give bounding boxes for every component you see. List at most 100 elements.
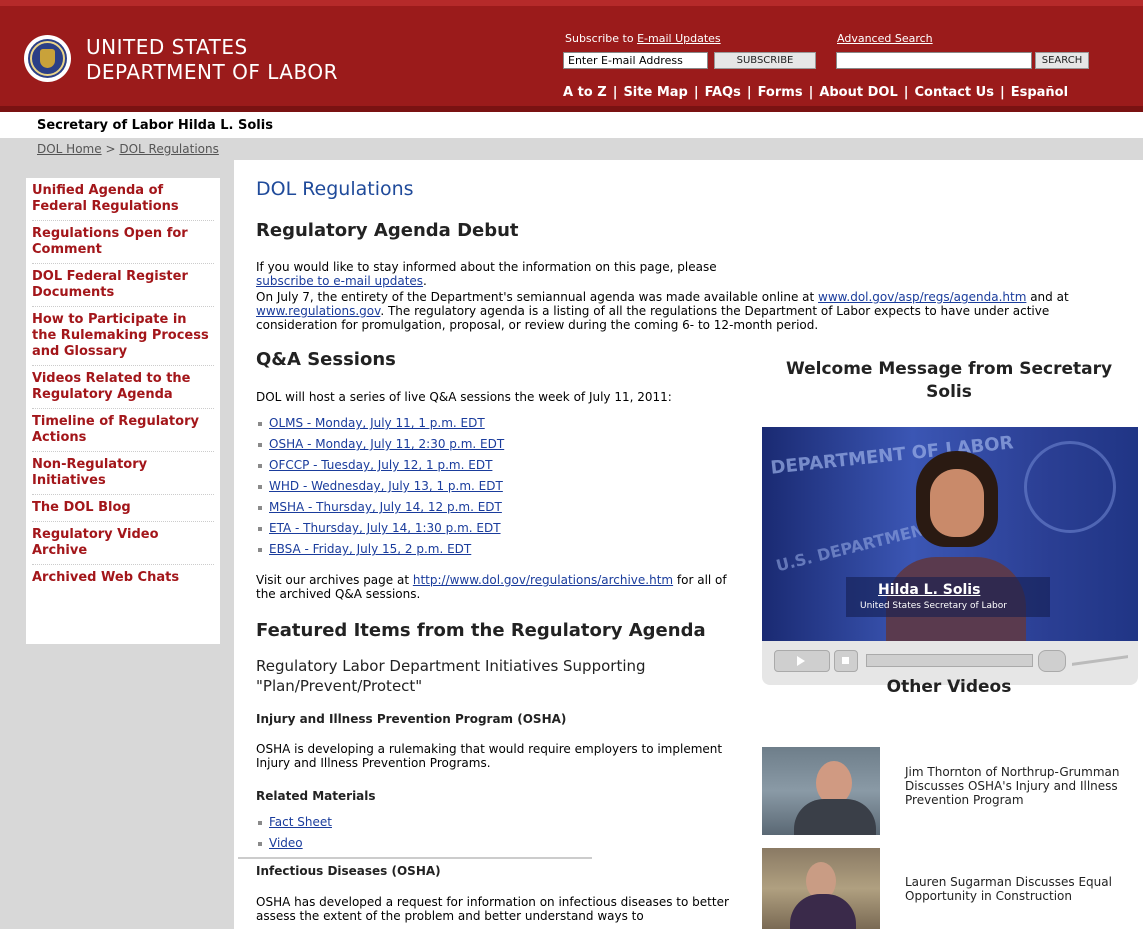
list-item: ETA - Thursday, July 14, 1:30 p.m. EDT bbox=[258, 518, 504, 539]
qa-session-link[interactable]: OSHA - Monday, July 11, 2:30 p.m. EDT bbox=[269, 437, 504, 451]
volume-slider[interactable] bbox=[1072, 655, 1128, 666]
list-item: MSHA - Thursday, July 14, 12 p.m. EDT bbox=[258, 497, 504, 518]
sidebar-nav: Unified Agenda of Federal Regulations Re… bbox=[26, 178, 220, 644]
qa-heading: Q&A Sessions bbox=[256, 349, 396, 370]
volume-button[interactable] bbox=[1038, 650, 1066, 672]
sidebar-item-open-for-comment[interactable]: Regulations Open for Comment bbox=[32, 221, 214, 264]
video-thumbnail[interactable] bbox=[762, 747, 880, 835]
bullet-icon bbox=[258, 547, 262, 552]
bullet-icon bbox=[258, 463, 262, 468]
qa-session-link[interactable]: ETA - Thursday, July 14, 1:30 p.m. EDT bbox=[269, 521, 501, 535]
sidebar-item-federal-register[interactable]: DOL Federal Register Documents bbox=[32, 264, 214, 307]
bullet-icon bbox=[258, 505, 262, 510]
qa-session-link[interactable]: EBSA - Friday, July 15, 2 p.m. EDT bbox=[269, 542, 471, 556]
sidebar-item-blog[interactable]: The DOL Blog bbox=[32, 495, 214, 522]
list-item: WHD - Wednesday, July 13, 1 p.m. EDT bbox=[258, 476, 504, 497]
advanced-search-link[interactable]: Advanced Search bbox=[837, 32, 933, 45]
dol-seal-icon[interactable] bbox=[24, 35, 71, 82]
related-heading: Related Materials bbox=[256, 789, 376, 803]
qa-session-link[interactable]: WHD - Wednesday, July 13, 1 p.m. EDT bbox=[269, 479, 503, 493]
video-caption[interactable]: Lauren Sugarman Discusses Equal Opportun… bbox=[905, 875, 1137, 903]
seal-icon bbox=[1024, 441, 1116, 533]
stop-icon bbox=[842, 657, 849, 664]
nav-espanol[interactable]: Español bbox=[1011, 85, 1068, 100]
video-speaker-title: United States Secretary of Labor bbox=[860, 601, 1007, 611]
top-nav: A to Z | Site Map | FAQs | Forms | About DOL | Con… bbox=[563, 85, 1068, 100]
stop-button[interactable] bbox=[834, 650, 858, 672]
search-button[interactable]: SEARCH bbox=[1035, 52, 1089, 69]
agency-name-line1[interactable]: UNITED STATES bbox=[86, 35, 248, 59]
archive-link[interactable]: http://www.dol.gov/regulations/archive.h… bbox=[413, 573, 673, 587]
secretary-name: Secretary of Labor Hilda L. Solis bbox=[37, 118, 273, 133]
video-caption[interactable]: Jim Thornton of Northrup-Grumman Discuss… bbox=[905, 765, 1137, 807]
bullet-icon bbox=[258, 442, 262, 447]
qa-session-list: OLMS - Monday, July 11, 1 p.m. EDT OSHA … bbox=[258, 413, 504, 560]
search-input[interactable] bbox=[836, 52, 1032, 69]
play-icon bbox=[797, 656, 805, 666]
list-item: Fact Sheet bbox=[258, 812, 332, 833]
sidebar-item-non-regulatory[interactable]: Non-Regulatory Initiatives bbox=[32, 452, 214, 495]
welcome-heading: Welcome Message from Secretary Solis bbox=[785, 359, 1113, 402]
iipp-text: OSHA is developing a rulemaking that wou… bbox=[256, 742, 723, 770]
iipp-heading: Injury and Illness Prevention Program (O… bbox=[256, 712, 567, 726]
progress-bar[interactable] bbox=[866, 654, 1033, 667]
qa-session-link[interactable]: OLMS - Monday, July 11, 1 p.m. EDT bbox=[269, 416, 485, 430]
qa-session-link[interactable]: OFCCP - Tuesday, July 12, 1 p.m. EDT bbox=[269, 458, 492, 472]
sidebar-item-web-chats[interactable]: Archived Web Chats bbox=[32, 565, 214, 591]
bullet-icon bbox=[258, 841, 262, 846]
subscribe-button[interactable]: SUBSCRIBE bbox=[714, 52, 816, 69]
subscribe-label: Subscribe to E-mail Updates bbox=[565, 32, 721, 45]
email-input[interactable]: Enter E-mail Address bbox=[563, 52, 708, 69]
video-speaker bbox=[872, 447, 1032, 655]
sidebar-item-timeline[interactable]: Timeline of Regulatory Actions bbox=[32, 409, 214, 452]
qa-intro: DOL will host a series of live Q&A sessi… bbox=[256, 390, 672, 404]
video-player[interactable]: DEPARTMENT OF LABOR U.S. DEPARTMENT Hild… bbox=[762, 427, 1138, 655]
nav-separator: | bbox=[693, 85, 699, 100]
breadcrumb-separator: > bbox=[105, 142, 116, 156]
breadcrumb-home[interactable]: DOL Home bbox=[37, 142, 102, 156]
nav-separator: | bbox=[999, 85, 1005, 100]
archive-text: Visit our archives page at http://www.do… bbox=[256, 573, 727, 601]
sidebar-item-participate[interactable]: How to Participate in the Rulemaking Pro… bbox=[32, 307, 214, 366]
stay-informed-text: If you would like to stay informed about… bbox=[256, 260, 717, 288]
video-thumbnail[interactable] bbox=[762, 848, 880, 929]
list-item: OSHA - Monday, July 11, 2:30 p.m. EDT bbox=[258, 434, 504, 455]
agency-name-line2[interactable]: DEPARTMENT OF LABOR bbox=[86, 60, 338, 84]
list-item: Video bbox=[258, 833, 332, 854]
header-top-stripe bbox=[0, 0, 1143, 6]
nav-about-dol[interactable]: About DOL bbox=[819, 85, 897, 100]
page-title: DOL Regulations bbox=[256, 178, 414, 200]
debut-heading: Regulatory Agenda Debut bbox=[256, 220, 519, 241]
related-list: Fact Sheet Video bbox=[258, 812, 332, 854]
subscribe-email-updates-link[interactable]: subscribe to e-mail updates bbox=[256, 274, 423, 288]
play-button[interactable] bbox=[774, 650, 830, 672]
other-videos-heading: Other Videos bbox=[886, 677, 1012, 697]
agenda-paragraph: On July 7, the entirety of the Departmen… bbox=[256, 290, 1069, 332]
agenda-link[interactable]: www.dol.gov/asp/regs/agenda.htm bbox=[818, 290, 1026, 304]
fact-sheet-link[interactable]: Fact Sheet bbox=[269, 815, 332, 829]
video-speaker-name: Hilda L. Solis bbox=[878, 582, 981, 598]
nav-faqs[interactable]: FAQs bbox=[705, 85, 741, 100]
video-link[interactable]: Video bbox=[269, 836, 303, 850]
breadcrumb: DOL Home > DOL Regulations bbox=[37, 142, 219, 156]
sidebar-item-video-archive[interactable]: Regulatory Video Archive bbox=[32, 522, 214, 565]
regulations-gov-link[interactable]: www.regulations.gov bbox=[256, 304, 380, 318]
list-item: OFCCP - Tuesday, July 12, 1 p.m. EDT bbox=[258, 455, 504, 476]
sidebar-item-videos[interactable]: Videos Related to the Regulatory Agenda bbox=[32, 366, 214, 409]
nav-forms[interactable]: Forms bbox=[758, 85, 803, 100]
initiatives-heading: Regulatory Labor Department Initiatives … bbox=[256, 657, 646, 695]
nav-contact-us[interactable]: Contact Us bbox=[914, 85, 993, 100]
nav-site-map[interactable]: Site Map bbox=[623, 85, 687, 100]
bullet-icon bbox=[258, 484, 262, 489]
bullet-icon bbox=[258, 820, 262, 825]
list-item: OLMS - Monday, July 11, 1 p.m. EDT bbox=[258, 413, 504, 434]
breadcrumb-current[interactable]: DOL Regulations bbox=[119, 142, 219, 156]
bullet-icon bbox=[258, 421, 262, 426]
nav-a-to-z[interactable]: A to Z bbox=[563, 85, 607, 100]
nav-separator: | bbox=[746, 85, 752, 100]
divider bbox=[238, 857, 592, 859]
infectious-heading: Infectious Diseases (OSHA) bbox=[256, 864, 441, 878]
sidebar-item-unified-agenda[interactable]: Unified Agenda of Federal Regulations bbox=[32, 178, 214, 221]
qa-session-link[interactable]: MSHA - Thursday, July 14, 12 p.m. EDT bbox=[269, 500, 502, 514]
email-updates-link[interactable]: E-mail Updates bbox=[637, 32, 721, 45]
